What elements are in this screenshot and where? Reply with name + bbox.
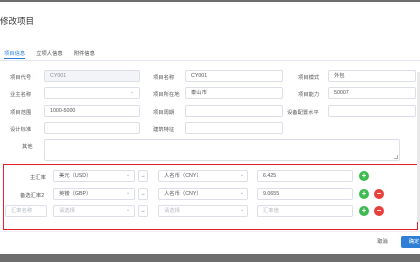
building-feat-label: 建筑特征 — [153, 127, 175, 133]
add-row-icon[interactable]: + — [359, 206, 369, 216]
remove-row-icon[interactable]: − — [374, 189, 384, 199]
arrow-right-icon: → — [138, 205, 148, 217]
term-input[interactable] — [185, 105, 283, 117]
project-mode-input[interactable]: 外包 — [328, 70, 416, 82]
add-row-icon[interactable]: + — [359, 189, 369, 199]
from-currency-select[interactable]: 英镑（GBP） — [53, 188, 135, 200]
footer-divider — [0, 231, 420, 232]
dialog-title: 修改项目 — [0, 16, 35, 26]
rate-input[interactable]: 9.0655 — [257, 188, 353, 200]
tab-project-info[interactable]: 项目信息 — [4, 48, 26, 59]
arrow-right-icon: → — [138, 188, 148, 200]
rate-input[interactable]: 6.425 — [257, 170, 353, 182]
other-textarea[interactable] — [44, 139, 400, 161]
range-input[interactable]: 1000-5000 — [44, 105, 140, 117]
location-input[interactable]: 泰山市 — [185, 87, 283, 99]
location-label: 项目所在地 — [153, 92, 180, 98]
rate-input[interactable]: 汇率值 — [257, 205, 353, 217]
exchange-row-label: 备选汇率2 — [20, 193, 45, 199]
to-currency-select[interactable]: 请选择 — [158, 205, 248, 217]
project-name-label: 项目名称 — [153, 75, 175, 81]
edit-project-dialog: 修改项目 项目信息 立项人信息 附件信息 项目代号 CY001 项目名称 CY0… — [0, 2, 420, 254]
owner-name-label: 业主名称 — [10, 92, 32, 98]
term-label: 项目周期 — [153, 110, 175, 116]
design-std-input[interactable] — [44, 122, 140, 134]
building-feat-input[interactable] — [185, 122, 283, 134]
from-currency-select[interactable]: 美元（USD） — [53, 170, 135, 182]
owner-name-select[interactable] — [44, 87, 140, 99]
arrow-right-icon: → — [138, 170, 148, 182]
chevron-down-icon: ⌄ — [240, 172, 245, 178]
other-label: 其他 — [22, 144, 33, 150]
exchange-row-label: 主汇率 — [30, 175, 46, 181]
capacity-label: 项目能力 — [298, 92, 320, 98]
equip-level-input[interactable] — [328, 105, 416, 117]
project-mode-label: 项目模式 — [298, 75, 320, 81]
tab-divider — [0, 60, 420, 61]
project-name-input[interactable]: CY001 — [185, 70, 283, 82]
ok-button[interactable]: 确定 — [401, 236, 420, 248]
add-row-icon[interactable]: + — [359, 171, 369, 181]
remove-row-icon[interactable]: − — [374, 206, 384, 216]
equip-level-label: 设备配置水平 — [287, 110, 319, 116]
chevron-down-icon: ⌄ — [126, 190, 131, 196]
from-currency-select[interactable]: 请选择 — [53, 205, 135, 217]
chevron-down-icon: ⌄ — [240, 190, 245, 196]
chevron-down-icon: ⌄ — [126, 172, 131, 178]
cancel-button[interactable]: 取消 — [370, 236, 395, 248]
chevron-down-icon: ⌄ — [240, 207, 245, 213]
resize-grip-icon[interactable] — [394, 155, 398, 159]
project-code-label: 项目代号 — [10, 75, 32, 81]
exchange-name-input[interactable]: 汇率名称 — [5, 205, 47, 217]
project-code-input[interactable]: CY001 — [44, 70, 140, 82]
chevron-down-icon: ⌄ — [130, 89, 135, 95]
to-currency-select[interactable]: 人名币（CNY） — [158, 170, 248, 182]
capacity-input[interactable]: 50007 — [328, 87, 416, 99]
to-currency-select[interactable]: 人名币（CNY） — [158, 188, 248, 200]
chevron-down-icon: ⌄ — [126, 207, 131, 213]
range-label: 项目范围 — [10, 110, 32, 116]
design-std-label: 设计标准 — [10, 127, 32, 133]
